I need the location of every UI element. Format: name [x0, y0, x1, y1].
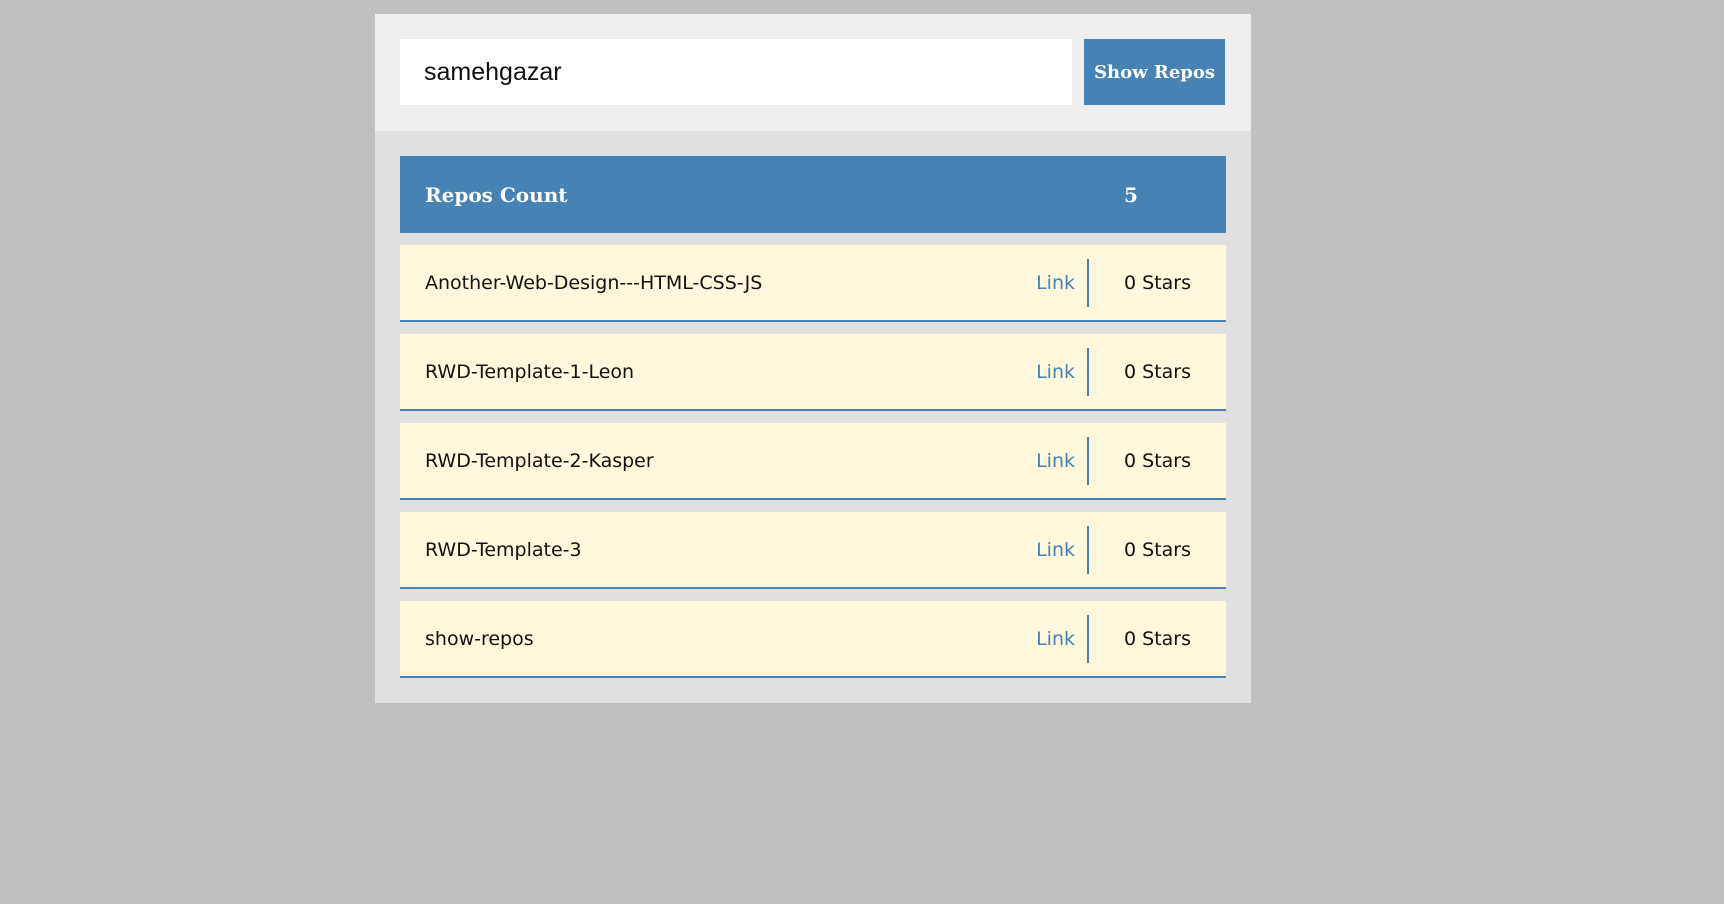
repos-count-label: Repos Count	[425, 182, 568, 207]
repo-name: RWD-Template-3	[425, 538, 582, 561]
repo-row: RWD-Template-1-Leon Link 0 Stars	[400, 334, 1226, 411]
repo-name: RWD-Template-1-Leon	[425, 360, 635, 383]
repo-stars: 0 Stars	[1124, 271, 1191, 294]
repo-name: RWD-Template-2-Kasper	[425, 449, 654, 472]
repo-link[interactable]: Link	[1036, 539, 1087, 561]
repo-row: show-repos Link 0 Stars	[400, 601, 1226, 678]
repo-link[interactable]: Link	[1036, 361, 1087, 383]
repo-stars: 0 Stars	[1124, 360, 1191, 383]
repo-link[interactable]: Link	[1036, 628, 1087, 650]
show-repos-button[interactable]: Show Repos	[1084, 39, 1225, 105]
repo-link[interactable]: Link	[1036, 272, 1087, 294]
repos-count-bar: Repos Count 5	[400, 156, 1226, 233]
repo-name: show-repos	[425, 627, 534, 650]
username-input[interactable]	[400, 39, 1072, 105]
repo-row: Another-Web-Design---HTML-CSS-JS Link 0 …	[400, 245, 1226, 322]
search-panel: Show Repos	[375, 14, 1251, 131]
repos-results: Repos Count 5 Another-Web-Design---HTML-…	[375, 131, 1251, 703]
repo-link[interactable]: Link	[1036, 450, 1087, 472]
repo-row: RWD-Template-3 Link 0 Stars	[400, 512, 1226, 589]
repo-stars: 0 Stars	[1124, 538, 1191, 561]
repos-count-value: 5	[1124, 182, 1138, 207]
repo-name: Another-Web-Design---HTML-CSS-JS	[425, 271, 763, 294]
repo-row: RWD-Template-2-Kasper Link 0 Stars	[400, 423, 1226, 500]
repo-stars: 0 Stars	[1124, 449, 1191, 472]
repos-app: Show Repos Repos Count 5 Another-Web-Des…	[375, 14, 1251, 703]
repo-stars: 0 Stars	[1124, 627, 1191, 650]
